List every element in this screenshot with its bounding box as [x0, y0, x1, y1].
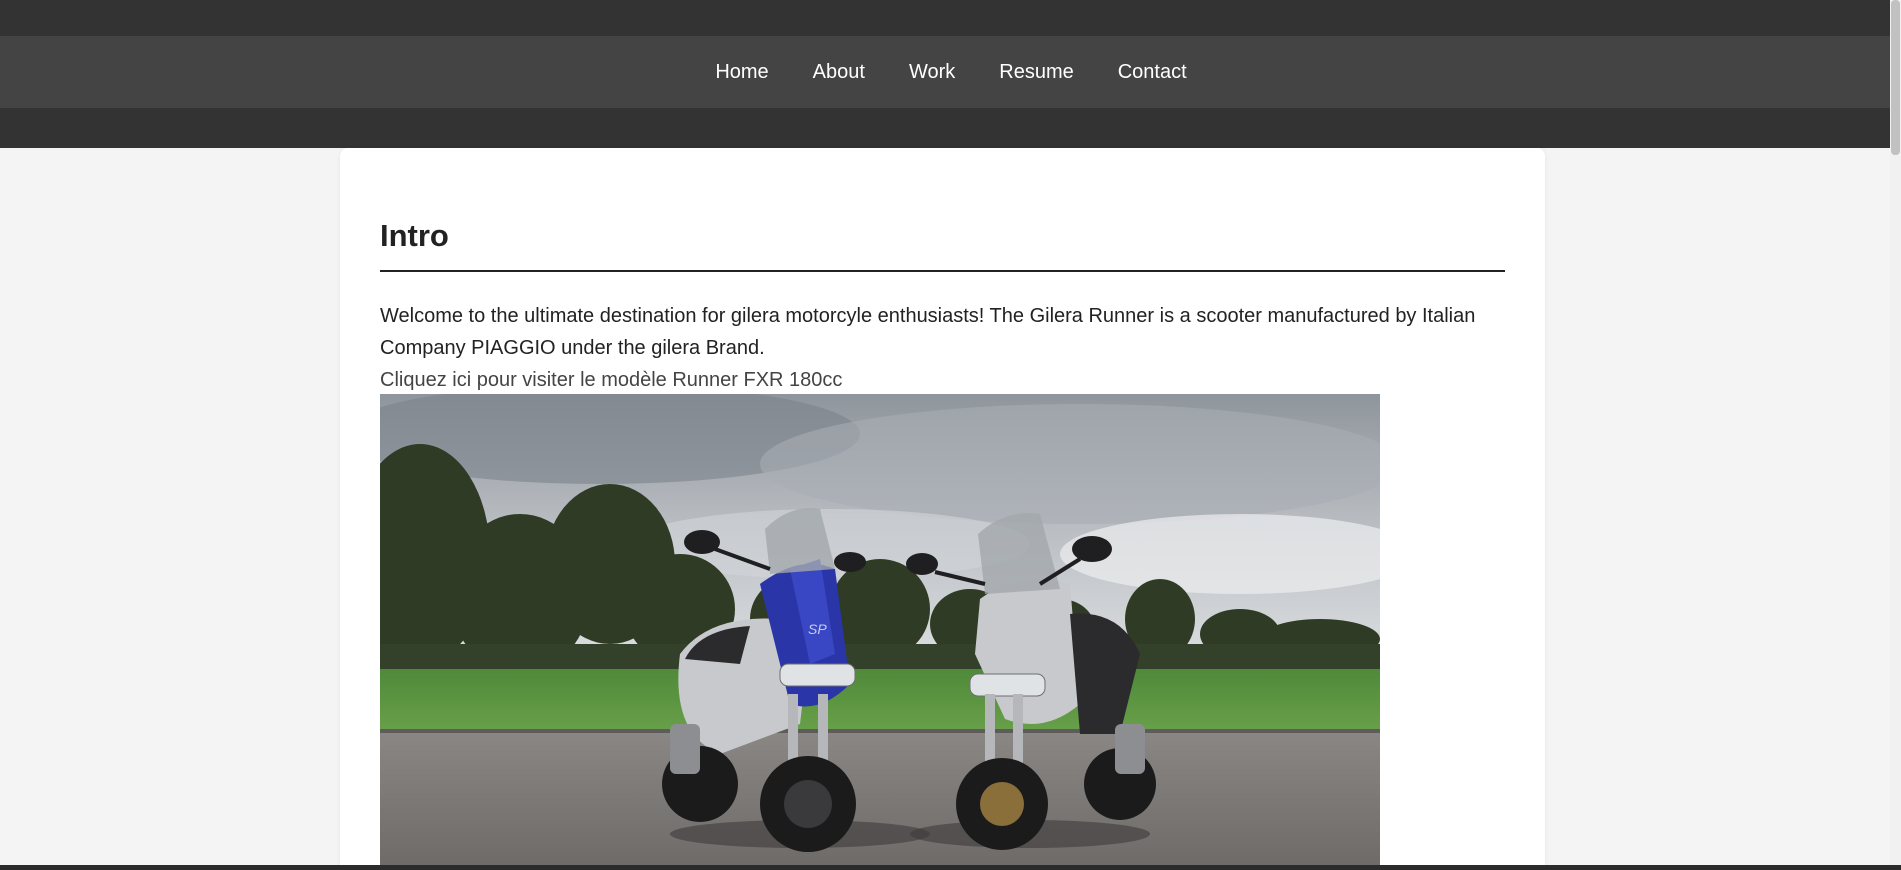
nav-link-resume[interactable]: Resume — [977, 61, 1095, 83]
page-scrollbar[interactable] — [1890, 0, 1901, 870]
nav-link-home[interactable]: Home — [693, 61, 790, 83]
intro-section: Intro Welcome to the ultimate destinatio… — [380, 218, 1505, 396]
nav-link-contact[interactable]: Contact — [1096, 61, 1209, 83]
nav-link-about[interactable]: About — [791, 61, 887, 83]
content-card: Intro Welcome to the ultimate destinatio… — [340, 148, 1545, 870]
page: Home About Work Resume Contact Intro Wel… — [0, 0, 1901, 870]
nav-link-work[interactable]: Work — [887, 61, 977, 83]
runner-fxr-link[interactable]: Cliquez ici pour visiter le modèle Runne… — [380, 364, 1505, 396]
main-navigation: Home About Work Resume Contact — [0, 36, 1890, 108]
site-header: Home About Work Resume Contact — [0, 0, 1890, 148]
intro-paragraph: Welcome to the ultimate destination for … — [380, 305, 1476, 359]
scooters-photo: SP — [380, 394, 1380, 870]
section-title: Intro — [380, 218, 1505, 272]
sp-badge: SP — [808, 621, 827, 637]
nav-list: Home About Work Resume Contact — [693, 36, 1208, 108]
bottom-edge — [0, 865, 1901, 870]
scrollbar-thumb[interactable] — [1891, 0, 1900, 155]
